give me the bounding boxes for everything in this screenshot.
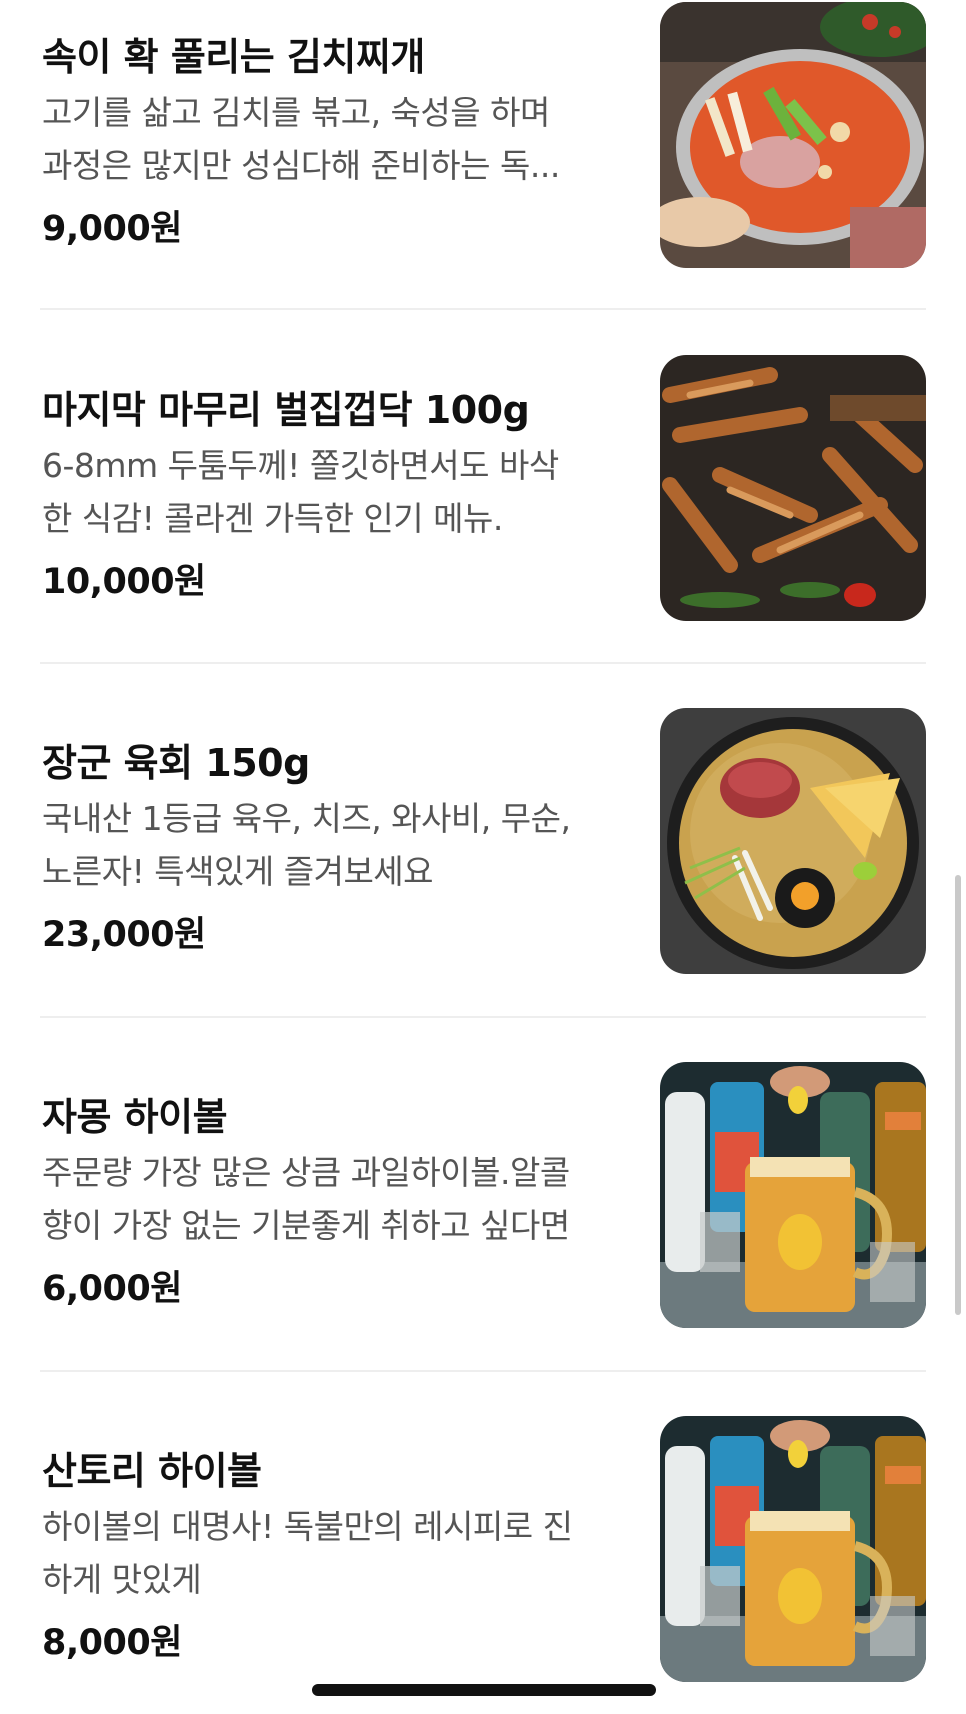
description-line: 노른자! 특색있게 즐겨보세요 [42,852,434,891]
description-line: 하게 맛있게 [42,1560,202,1599]
kimchi-stew-photo[interactable] [660,2,926,268]
divider [40,1016,926,1018]
menu-item-price: 9,000원 [42,209,182,249]
menu-item-price: 6,000원 [42,1269,182,1309]
description-line: 국내산 1등급 육우, 치즈, 와사비, 무순, [42,799,571,838]
menu-item-name: 장군 육회 150g [42,741,310,785]
menu-item-grapefruit-highball[interactable]: 자몽 하이볼 주문량 가장 많은 상큼 과일하이볼.알콜 향이 가장 없는 기분… [40,1062,926,1332]
description-line: 한 식감! 콜라겐 가득한 인기 메뉴. [42,499,503,538]
menu-item-description: 6-8mm 두툼두께! 쫄깃하면서도 바삭 한 식감! 콜라겐 가득한 인기 메… [42,439,622,545]
home-indicator[interactable] [312,1684,656,1696]
description-line: 주문량 가장 많은 상큼 과일하이볼.알콜 [42,1153,570,1192]
description-line: 과정은 많지만 성심다해 준비하는 독... [42,146,560,185]
description-line: 하이볼의 대명사! 독불만의 레시피로 진 [42,1507,573,1546]
scrollbar[interactable] [955,875,961,1315]
menu-item-name: 마지막 마무리 벌집껍닥 100g [42,388,530,432]
beef-tartare-photo[interactable] [660,708,926,974]
menu-item-price: 10,000원 [42,562,206,602]
menu-item-name: 자몽 하이볼 [42,1095,228,1139]
menu-item-name: 산토리 하이볼 [42,1449,262,1493]
grilled-pork-skin-photo[interactable] [660,355,926,621]
menu-item-suntory-highball[interactable]: 산토리 하이볼 하이볼의 대명사! 독불만의 레시피로 진 하게 맛있게 8,0… [40,1416,926,1686]
divider [40,308,926,310]
menu-item-description: 하이볼의 대명사! 독불만의 레시피로 진 하게 맛있게 [42,1500,622,1606]
menu-item-name: 속이 확 풀리는 김치찌개 [42,35,425,79]
menu-item-price: 8,000원 [42,1623,182,1663]
menu-item-pork-skin[interactable]: 마지막 마무리 벌집껍닥 100g 6-8mm 두툼두께! 쫄깃하면서도 바삭 … [40,355,926,625]
menu-item-kimchi-stew[interactable]: 속이 확 풀리는 김치찌개 고기를 삶고 김치를 볶고, 숙성을 하며 과정은 … [40,2,926,272]
divider [40,1370,926,1372]
menu-item-price: 23,000원 [42,915,206,955]
highball-photo[interactable] [660,1062,926,1328]
menu-item-beef-tartare[interactable]: 장군 육회 150g 국내산 1등급 육우, 치즈, 와사비, 무순, 노른자!… [40,708,926,978]
menu-item-description: 고기를 삶고 김치를 볶고, 숙성을 하며 과정은 많지만 성심다해 준비하는 … [42,86,622,192]
menu-item-description: 국내산 1등급 육우, 치즈, 와사비, 무순, 노른자! 특색있게 즐겨보세요 [42,792,622,898]
description-line: 6-8mm 두툼두께! 쫄깃하면서도 바삭 [42,446,559,485]
divider [40,662,926,664]
highball-photo[interactable] [660,1416,926,1682]
description-line: 향이 가장 없는 기분좋게 취하고 싶다면 [42,1206,570,1245]
menu-item-description: 주문량 가장 많은 상큼 과일하이볼.알콜 향이 가장 없는 기분좋게 취하고 … [42,1146,622,1252]
description-line: 고기를 삶고 김치를 볶고, 숙성을 하며 [42,93,550,132]
